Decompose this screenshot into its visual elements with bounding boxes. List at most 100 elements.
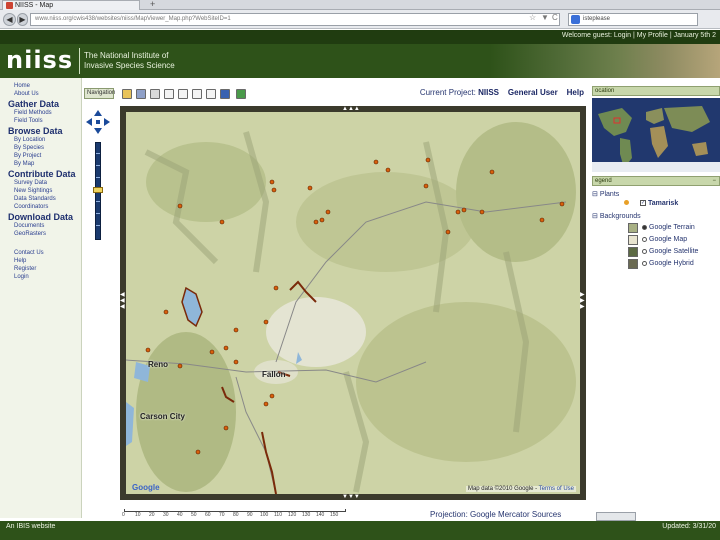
pan-east-arrows[interactable]: ▶ ▶ ▶ bbox=[580, 292, 586, 310]
tamarisk-label: Tamarisk bbox=[648, 200, 679, 207]
terms-of-use-link[interactable]: Terms of Use bbox=[539, 486, 574, 492]
zoom-in-icon[interactable] bbox=[178, 89, 188, 99]
sidebar-item-by-location[interactable]: By Location bbox=[14, 137, 45, 143]
sidebar-item-documents[interactable]: Documents bbox=[14, 223, 44, 229]
sidebar-heading-contribute[interactable]: Contribute Data bbox=[8, 169, 76, 179]
sidebar-item-data-standards[interactable]: Data Standards bbox=[14, 196, 56, 202]
dropdown-arrow-icon[interactable]: ▼ bbox=[541, 13, 549, 22]
collapse-legend-icon[interactable]: − bbox=[712, 177, 716, 185]
legend-backgrounds[interactable]: ⊟ Backgrounds bbox=[592, 212, 641, 220]
bg-option-satellite[interactable]: Google Satellite bbox=[642, 248, 698, 255]
sidebar-item-field-tools[interactable]: Field Tools bbox=[14, 118, 43, 124]
map-radio[interactable] bbox=[642, 236, 647, 242]
hybrid-radio[interactable] bbox=[642, 260, 647, 266]
zoom-slider[interactable] bbox=[93, 142, 103, 240]
sidebar-item-survey-data[interactable]: Survey Data bbox=[14, 180, 47, 186]
sidebar-heading-gather[interactable]: Gather Data bbox=[8, 99, 59, 109]
sidebar-item-register[interactable]: Register bbox=[14, 266, 36, 272]
zoom-tick bbox=[96, 165, 100, 166]
tab-title: NIISS - Map bbox=[15, 2, 54, 9]
back-arrow-icon[interactable]: ◀ bbox=[3, 13, 16, 26]
site-logo[interactable]: niiss bbox=[6, 48, 73, 72]
legend-tamarisk[interactable]: ✓ Tamarisk bbox=[640, 200, 678, 207]
reload-icon[interactable]: C bbox=[552, 13, 558, 22]
zoom-out-icon[interactable] bbox=[192, 89, 202, 99]
pan-south-arrows[interactable]: ▼▼▼ bbox=[342, 494, 360, 500]
url-text: www.niiss.org/cwis438/websites/niiss/Map… bbox=[35, 16, 231, 22]
search-engine-icon bbox=[571, 15, 580, 24]
sidebar-item-contact[interactable]: Contact Us bbox=[14, 250, 44, 256]
search-text: isteplease bbox=[583, 16, 611, 22]
scale-tick: 140 bbox=[316, 512, 325, 518]
map-label-reno: Reno bbox=[148, 360, 168, 369]
info-icon[interactable] bbox=[206, 89, 216, 99]
download-icon[interactable] bbox=[236, 89, 246, 99]
sidebar-item-by-map[interactable]: By Map bbox=[14, 161, 34, 167]
legend-panel-header[interactable]: egend − bbox=[592, 176, 720, 186]
footer-ibis-link[interactable]: An IBIS website bbox=[6, 523, 55, 530]
bg-map-label: Google Map bbox=[649, 236, 688, 243]
pan-arrows-icon[interactable] bbox=[86, 110, 110, 134]
print-icon[interactable] bbox=[150, 89, 160, 99]
browser-search-input[interactable]: isteplease bbox=[568, 13, 698, 26]
location-head: ocation bbox=[595, 88, 615, 94]
bg-option-map[interactable]: Google Map bbox=[642, 236, 687, 243]
scale-tick: 10 bbox=[135, 512, 141, 518]
sidebar-heading-download[interactable]: Download Data bbox=[8, 212, 73, 222]
help-link[interactable]: Help bbox=[567, 88, 584, 97]
copyright-text: Map data ©2010 Google - bbox=[467, 486, 538, 492]
layers-icon[interactable] bbox=[220, 89, 230, 99]
project-name[interactable]: NIISS bbox=[478, 88, 499, 97]
welcome-login-link[interactable]: Welcome guest: Login bbox=[562, 32, 631, 39]
user-type[interactable]: General User bbox=[508, 88, 558, 97]
sidebar-heading-browse[interactable]: Browse Data bbox=[8, 126, 63, 136]
overview-map[interactable] bbox=[592, 98, 720, 172]
sidebar: Home About Us Gather Data Field Methods … bbox=[0, 78, 82, 518]
browser-tab[interactable]: NIISS - Map bbox=[2, 0, 140, 10]
address-bar[interactable]: www.niiss.org/cwis438/websites/niiss/Map… bbox=[30, 13, 560, 26]
sidebar-item-by-project[interactable]: By Project bbox=[14, 153, 41, 159]
sidebar-item-by-species[interactable]: By Species bbox=[14, 145, 44, 151]
bg-option-terrain[interactable]: Google Terrain bbox=[642, 224, 695, 231]
scale-tick: 0 bbox=[122, 512, 125, 518]
open-folder-icon[interactable] bbox=[122, 89, 132, 99]
save-icon[interactable] bbox=[136, 89, 146, 99]
location-panel-header[interactable]: ocation bbox=[592, 86, 720, 96]
sidebar-item-coordinators[interactable]: Coordinators bbox=[14, 204, 48, 210]
sidebar-item-home[interactable]: Home bbox=[14, 83, 30, 89]
sidebar-item-help[interactable]: Help bbox=[14, 258, 26, 264]
terrain-radio[interactable] bbox=[642, 224, 647, 230]
browser-tab-bar: NIISS - Map + bbox=[0, 0, 720, 10]
pan-hand-icon[interactable] bbox=[164, 89, 174, 99]
sources-link[interactable]: Sources bbox=[532, 510, 561, 519]
sidebar-item-login[interactable]: Login bbox=[14, 274, 29, 280]
scale-tick: 20 bbox=[149, 512, 155, 518]
sidebar-item-about[interactable]: About Us bbox=[14, 91, 39, 97]
bg-option-hybrid[interactable]: Google Hybrid bbox=[642, 260, 694, 267]
legend-plants[interactable]: ⊟ Plants bbox=[592, 190, 619, 198]
project-info: Current Project: NIISS General User Help bbox=[420, 88, 584, 97]
scale-tick: 50 bbox=[191, 512, 197, 518]
legend-head: egend bbox=[595, 178, 612, 184]
plants-label: Plants bbox=[599, 191, 620, 198]
pan-control[interactable] bbox=[86, 110, 110, 134]
header-links: Welcome guest: Login | My Profile | Janu… bbox=[562, 32, 716, 39]
forward-arrow-icon[interactable]: ▶ bbox=[17, 13, 28, 26]
sidebar-item-georasters[interactable]: GeoRasters bbox=[14, 231, 46, 237]
site-footer: An IBIS website Updated: 3/31/20 bbox=[0, 521, 720, 540]
bookmark-star-icon[interactable]: ☆ bbox=[529, 13, 536, 22]
satellite-radio[interactable] bbox=[642, 248, 647, 254]
my-profile-link[interactable]: My Profile bbox=[637, 32, 668, 39]
sidebar-item-field-methods[interactable]: Field Methods bbox=[14, 110, 52, 116]
horizontal-scrollbar[interactable] bbox=[596, 512, 636, 521]
zoom-tick bbox=[96, 213, 100, 214]
sidebar-item-new-sightings[interactable]: New Sightings bbox=[14, 188, 52, 194]
terrain-map bbox=[126, 112, 580, 494]
google-logo: Google bbox=[132, 483, 160, 492]
map-canvas[interactable]: Reno Fallon Carson City Google Map data … bbox=[126, 112, 580, 494]
site-tagline: The National Institute of Invasive Speci… bbox=[84, 51, 204, 71]
zoom-handle[interactable] bbox=[93, 187, 103, 193]
new-tab-button[interactable]: + bbox=[150, 0, 155, 9]
bg-terrain-label: Google Terrain bbox=[649, 224, 695, 231]
tamarisk-checkbox[interactable]: ✓ bbox=[640, 200, 646, 207]
